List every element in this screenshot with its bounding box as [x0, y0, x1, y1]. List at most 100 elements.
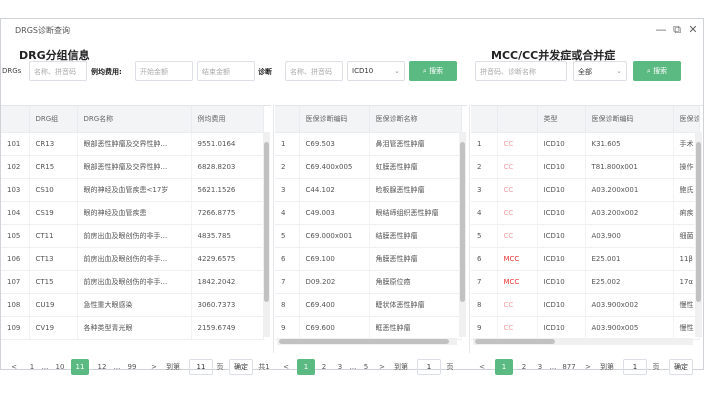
goto-label: 到第 [166, 363, 180, 371]
prev-page-button[interactable]: < [9, 359, 19, 375]
table-row[interactable]: 8 CC ICD10 A03.900x002 慢性 [471, 293, 700, 317]
diag-name-search-input[interactable]: 名称、拼音码 [285, 61, 343, 81]
table-row[interactable]: 102 CR15 眼部恶性肿瘤及交界性肿... 6828.8203 [1, 155, 264, 179]
confirm-button[interactable]: 确定 [669, 359, 693, 375]
close-icon[interactable]: ✕ [687, 24, 699, 36]
table-cell: C69.000x001 [299, 224, 370, 248]
minimize-icon[interactable]: — [655, 24, 667, 36]
page-button[interactable]: 1 [27, 359, 37, 375]
page-button[interactable]: 3 [335, 359, 345, 375]
next-page-button[interactable]: > [377, 359, 387, 375]
table-row[interactable]: 3 C44.102 睑板腺恶性肿瘤 [275, 178, 462, 202]
col-header: 医保诊 [673, 106, 700, 133]
table-cell: ICD10 [537, 247, 586, 271]
page-button[interactable]: 2 [319, 359, 329, 375]
mcc-search-input[interactable]: 拼音码、诊断名称 [475, 61, 567, 81]
table-cell: C69.600 [299, 316, 370, 340]
diag-search-button[interactable]: ⌕ 搜索 [409, 61, 457, 81]
scroll-thumb[interactable] [475, 339, 555, 344]
table-cell: 急性重大眼感染 [77, 293, 192, 317]
mcc-search-button[interactable]: ⌕ 搜索 [633, 61, 681, 81]
col-header: 类型 [537, 106, 586, 133]
table-row[interactable]: 6 C69.100 角膜恶性肿瘤 [275, 247, 462, 271]
mcc-filter-select[interactable]: 全部 ⌄ [573, 61, 627, 81]
mcc-horizontal-scrollbar[interactable] [473, 338, 693, 345]
page-input[interactable]: 11 [189, 359, 213, 375]
page-button[interactable]: 10 [53, 359, 67, 375]
table-row[interactable]: 9 CC ICD10 A03.900x005 慢性 [471, 316, 700, 340]
table-row[interactable]: 4 CC ICD10 A03.200x002 痢疾 [471, 201, 700, 225]
table-row[interactable]: 104 CS19 眼的神经及血管疾患 7266.8775 [1, 201, 264, 225]
mcc-vertical-scrollbar[interactable] [695, 132, 702, 337]
max-cost-input[interactable]: 结束金额 [197, 61, 255, 81]
pager-ellipsis[interactable]: ... [39, 359, 51, 375]
table-row[interactable]: 6 MCC ICD10 E25.001 11β [471, 247, 700, 271]
page-button[interactable]: 3 [535, 359, 545, 375]
table-cell: 5 [275, 224, 300, 248]
table-row[interactable]: 7 MCC ICD10 E25.002 17α [471, 270, 700, 294]
diag-horizontal-scrollbar[interactable] [277, 338, 457, 345]
prev-page-button[interactable]: < [281, 359, 291, 375]
table-row[interactable]: 5 CC ICD10 A03.900 细菌 [471, 224, 700, 248]
table-row[interactable]: 5 C69.000x001 结膜恶性肿瘤 [275, 224, 462, 248]
current-page-button[interactable]: 11 [71, 359, 89, 375]
total-label: 共1 [258, 363, 270, 371]
page-unit-label: 页 [216, 363, 224, 371]
table-row[interactable]: 7 D09.202 角膜原位癌 [275, 270, 462, 294]
table-cell: T81.800x001 [585, 155, 674, 179]
table-row[interactable]: 1 C69.503 鼻泪管恶性肿瘤 [275, 132, 462, 156]
mcc-table-panel: 类型 医保诊断编码 医保诊 1 CC ICD10 K31.605 手术 2 CC ICD10 T… [471, 105, 703, 345]
table-cell: CR15 [29, 155, 78, 179]
next-page-button[interactable]: > [149, 359, 159, 375]
table-row[interactable]: 109 CV19 各种类型青光眼 2159.6749 [1, 316, 264, 340]
scroll-thumb[interactable] [696, 142, 701, 302]
pager-ellipsis[interactable]: ... [111, 359, 123, 375]
page-button[interactable]: 99 [125, 359, 139, 375]
scroll-thumb[interactable] [264, 142, 269, 302]
table-cell: C69.400x005 [299, 155, 370, 179]
code-type-select[interactable]: ICD10 ⌄ [347, 61, 405, 81]
page-input[interactable]: 1 [417, 359, 441, 375]
table-row[interactable]: 101 CR13 眼部恶性肿瘤及交界性肿... 9551.0164 [1, 132, 264, 156]
page-button[interactable]: 5 [361, 359, 371, 375]
diag-vertical-scrollbar[interactable] [459, 132, 466, 337]
table-row[interactable]: 8 C69.400 睫状体恶性肿瘤 [275, 293, 462, 317]
scroll-thumb[interactable] [460, 142, 465, 302]
current-page-button[interactable]: 1 [495, 359, 513, 375]
table-row[interactable]: 106 CT13 前房出血及眼创伤的非手... 4229.6575 [1, 247, 264, 271]
goto-label: 到第 [600, 363, 614, 371]
prev-page-button[interactable]: < [477, 359, 487, 375]
table-row[interactable]: 2 C69.400x005 虹膜恶性肿瘤 [275, 155, 462, 179]
table-row[interactable]: 2 CC ICD10 T81.800x001 操作 [471, 155, 700, 179]
complication-level-badge: CC [497, 316, 538, 340]
min-cost-input[interactable]: 开始金额 [135, 61, 193, 81]
page-input[interactable]: 1 [623, 359, 647, 375]
table-cell: ICD10 [537, 293, 586, 317]
maximize-icon[interactable]: ⧉ [671, 24, 683, 36]
table-row[interactable]: 1 CC ICD10 K31.605 手术 [471, 132, 700, 156]
drg-name-search-input[interactable]: 名称、拼音码 [29, 61, 87, 81]
confirm-button[interactable]: 确定 [229, 359, 253, 375]
table-row[interactable]: 3 CC ICD10 A03.200x001 鲍氏 [471, 178, 700, 202]
page-button[interactable]: 2 [519, 359, 529, 375]
table-row[interactable]: 105 CT11 前房出血及眼创伤的非手... 4835.785 [1, 224, 264, 248]
page-button[interactable]: 877 [561, 359, 577, 375]
table-cell: A03.200x002 [585, 201, 674, 225]
table-row[interactable]: 107 CT15 前房出血及眼创伤的非手... 1842.2042 [1, 270, 264, 294]
table-cell: 2 [275, 155, 300, 179]
pager-ellipsis[interactable]: ... [347, 359, 359, 375]
col-header [1, 106, 30, 133]
page-button[interactable]: 12 [95, 359, 109, 375]
table-row[interactable]: 4 C49.003 眼结缔组织恶性肿瘤 [275, 201, 462, 225]
table-cell: K31.605 [585, 132, 674, 156]
table-row[interactable]: 9 C69.600 眶恶性肿瘤 [275, 316, 462, 340]
table-cell: 4 [275, 201, 300, 225]
scroll-thumb[interactable] [279, 339, 449, 344]
current-page-button[interactable]: 1 [297, 359, 315, 375]
table-row[interactable]: 103 CS10 眼的神经及血管疾患<17岁 5621.1526 [1, 178, 264, 202]
pager-ellipsis[interactable]: ... [547, 359, 559, 375]
drg-vertical-scrollbar[interactable] [263, 132, 270, 337]
col-header: 医保诊断名称 [369, 106, 462, 133]
next-page-button[interactable]: > [583, 359, 593, 375]
table-row[interactable]: 108 CU19 急性重大眼感染 3060.7373 [1, 293, 264, 317]
